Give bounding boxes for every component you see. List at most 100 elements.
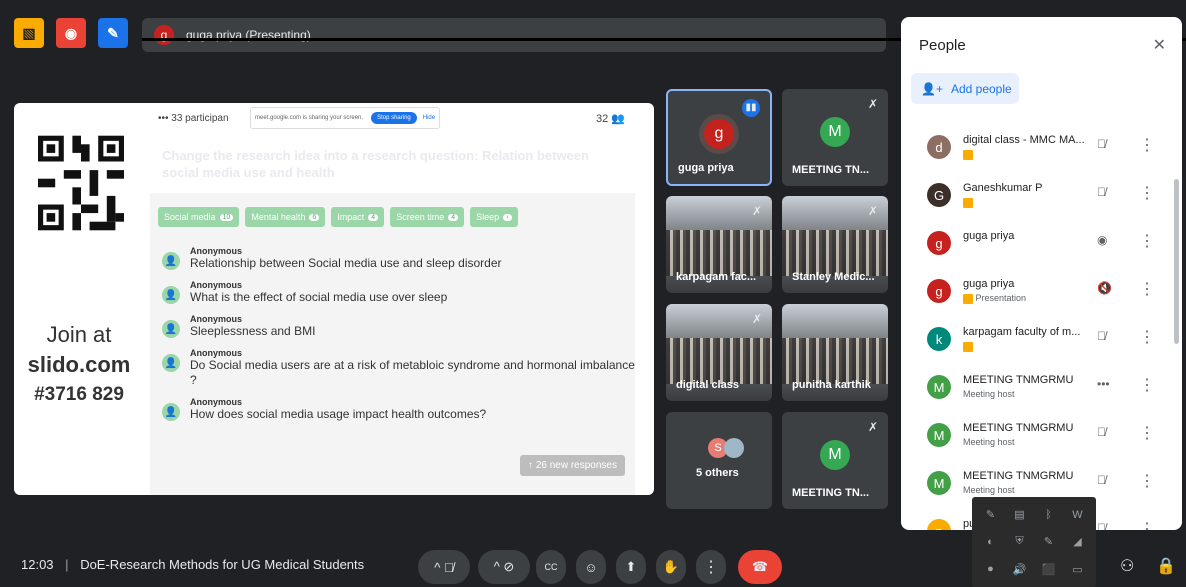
person-row[interactable]: M MEETING TNMGRMU Meeting host ••• ⋮: [901, 367, 1171, 415]
avatar: g: [927, 231, 951, 255]
person-row[interactable]: g guga priya ◉ ⋮: [901, 223, 1171, 271]
participant-tile[interactable]: punitha karthik: [782, 304, 888, 401]
emoji-icon: ☺: [584, 559, 598, 575]
answer-text: Do Social media users are at a risk of m…: [190, 358, 635, 387]
more-options-icon[interactable]: ⋮: [1139, 327, 1155, 347]
tag-label: Sleep: [476, 212, 500, 222]
more-options-icon[interactable]: ⋮: [1139, 471, 1155, 491]
tray-icon[interactable]: ᛒ: [1036, 503, 1061, 526]
mic-status-icon: 🎙̸: [1097, 329, 1106, 343]
tray-icon[interactable]: ▭: [1065, 558, 1090, 581]
more-options-button[interactable]: ⋮: [696, 550, 726, 584]
person-row[interactable]: M MEETING TNMGRMU Meeting host 🎙̸ ⋮: [901, 415, 1171, 463]
new-responses-button[interactable]: ↑ 26 new responses: [520, 455, 625, 476]
tray-icon[interactable]: W: [1065, 503, 1090, 526]
present-icon: [963, 341, 973, 352]
avatar: d: [927, 135, 951, 159]
avatar: M: [927, 423, 951, 447]
present-badge: [963, 341, 973, 352]
person-row[interactable]: d digital class - MMC MA... 🎙̸ ⋮: [901, 127, 1171, 175]
answer-text: Relationship between Social media use an…: [190, 256, 502, 270]
present-icon[interactable]: ▧: [14, 18, 44, 48]
more-options-icon[interactable]: ⋮: [1139, 135, 1155, 155]
tray-icon[interactable]: ⛨: [1007, 530, 1032, 553]
participant-tile[interactable]: ✗ Stanley Medic...: [782, 196, 888, 293]
list-item: 👤 Anonymous How does social media usage im…: [162, 397, 635, 422]
person-row[interactable]: g guga priya Presentation 🔇 ⋮: [901, 271, 1171, 319]
tile-name: MEETING TN...: [792, 487, 869, 499]
present-icon: [963, 197, 973, 208]
tag-count: 10: [219, 213, 234, 221]
participant-tile[interactable]: ✗ digital class: [666, 304, 772, 401]
tag-chip[interactable]: Screen time 4: [390, 207, 465, 227]
tray-icon[interactable]: ✎: [978, 503, 1003, 526]
add-people-button[interactable]: 👤+ Add people: [911, 73, 1019, 104]
answer-text: What is the effect of social media use o…: [190, 290, 448, 304]
mic-toggle-button[interactable]: ^ 🎙̸: [418, 550, 470, 584]
presenting-bar[interactable]: g guga priya (Presenting): [142, 18, 886, 52]
video-feed: [782, 338, 888, 384]
hand-icon: ✋: [662, 559, 680, 574]
user-icon: 👤: [162, 354, 180, 372]
whiteboard-icon[interactable]: ✎: [98, 18, 128, 48]
tag-label: Social media: [164, 212, 216, 222]
person-name: MEETING TNMGRMU: [963, 374, 1074, 386]
participant-tile[interactable]: g ▮▮ guga priya: [666, 89, 772, 186]
more-options-icon[interactable]: ⋮: [1139, 279, 1155, 299]
sharing-text: meet.google.com is sharing your screen.: [255, 115, 364, 121]
reactions-button[interactable]: ☺: [576, 550, 606, 584]
present-badge: [963, 149, 973, 160]
captions-button[interactable]: CC: [536, 550, 566, 584]
mic-off-icon: ^ 🎙̸: [434, 559, 454, 575]
present-button[interactable]: ⬆: [616, 550, 646, 584]
end-call-button[interactable]: ☎: [738, 550, 782, 584]
tray-icon[interactable]: ●: [978, 558, 1003, 581]
more-options-icon[interactable]: ⋮: [1139, 423, 1155, 443]
tag-chip[interactable]: Impact 4: [331, 207, 385, 227]
hide-button[interactable]: Hide: [423, 115, 435, 121]
mic-off-icon: ✗: [867, 420, 878, 434]
answer-author: Anonymous: [190, 314, 243, 324]
tray-icon[interactable]: ✎: [1036, 530, 1061, 553]
list-item: 👤 Anonymous Sleeplessness and BMI: [162, 314, 635, 339]
tag-chip[interactable]: Mental health 6: [245, 207, 326, 227]
more-options-icon[interactable]: ⋮: [1139, 375, 1155, 395]
close-icon[interactable]: ✕: [1153, 35, 1166, 55]
tray-icon[interactable]: ◐: [978, 530, 1003, 553]
host-controls-icon[interactable]: 🔒: [1156, 556, 1176, 576]
raise-hand-button[interactable]: ✋: [656, 550, 686, 584]
list-item: 👤 Anonymous Relationship between Social me…: [162, 246, 635, 271]
tray-icon[interactable]: ⬛: [1036, 558, 1061, 581]
stop-sharing-button[interactable]: Stop sharing: [371, 112, 417, 124]
participant-tile[interactable]: M ✗ MEETING TN...: [782, 89, 888, 186]
scrollbar[interactable]: [1174, 179, 1179, 344]
participant-tile[interactable]: ✗ karpagam fac...: [666, 196, 772, 293]
tray-icon[interactable]: ▤: [1007, 503, 1032, 526]
more-options-icon[interactable]: ⋮: [1139, 519, 1155, 530]
person-row[interactable]: k karpagam faculty of m... 🎙̸ ⋮: [901, 319, 1171, 367]
avatar: M: [927, 471, 951, 495]
answer-author: Anonymous: [190, 348, 243, 358]
record-icon[interactable]: ◉: [56, 18, 86, 48]
person-row[interactable]: G Ganeshkumar P 🎙̸ ⋮: [901, 175, 1171, 223]
participant-tile[interactable]: M ✗ MEETING TN...: [782, 412, 888, 509]
join-site: slido.com: [27, 352, 131, 377]
tag-label: Screen time: [396, 212, 445, 222]
list-item: 👤 Anonymous Do Social media users are at a…: [162, 348, 635, 388]
more-options-icon[interactable]: ⋮: [1139, 183, 1155, 203]
tray-icon[interactable]: ◢: [1065, 530, 1090, 553]
tag-count: ›: [503, 213, 512, 221]
tag-chip[interactable]: Social media 10: [158, 207, 240, 227]
answer-author: Anonymous: [190, 280, 243, 290]
present-badge: Presentation: [963, 293, 1026, 304]
tag-chip[interactable]: Sleep ›: [470, 207, 518, 227]
clock: 12:03: [21, 557, 54, 572]
tray-icon[interactable]: 🔊: [1007, 558, 1032, 581]
video-feed: [666, 338, 772, 384]
more-options-icon[interactable]: ⋮: [1139, 231, 1155, 251]
camera-toggle-button[interactable]: ^ ⊘: [478, 550, 530, 584]
add-people-label: Add people: [950, 81, 1012, 96]
activities-icon[interactable]: ⚇: [1120, 556, 1134, 576]
others-tile[interactable]: S 5 others: [666, 412, 772, 509]
mic-status-icon: 🎙̸: [1097, 425, 1106, 439]
